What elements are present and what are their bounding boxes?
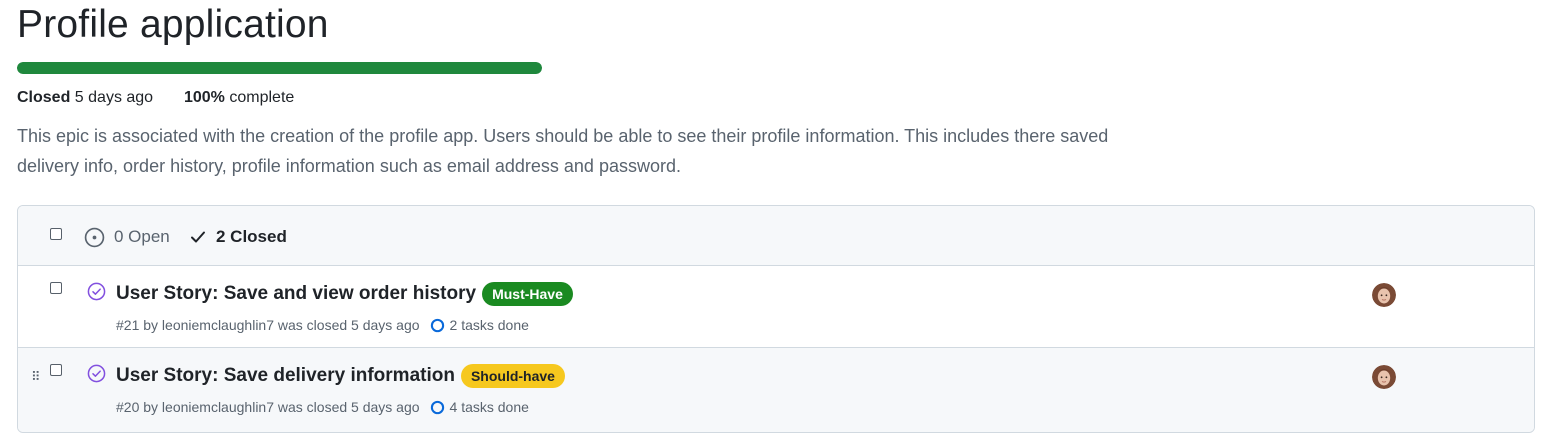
- issue-meta-text: #20 by leoniemclaughlin7 was closed 5 da…: [116, 399, 420, 415]
- issue-title-link[interactable]: User Story: Save and view order history: [116, 281, 476, 307]
- issue-checkbox[interactable]: [50, 364, 62, 376]
- closed-status-label: Closed: [17, 89, 71, 106]
- open-issues-count: 0 Open: [114, 227, 170, 246]
- closed-issue-icon: [87, 364, 106, 383]
- closed-issue-icon: [87, 282, 106, 301]
- issue-meta-text: #21 by leoniemclaughlin7 was closed 5 da…: [116, 317, 420, 333]
- task-progress-icon: [430, 318, 444, 332]
- issue-row: User Story: Save and view order history …: [18, 266, 1534, 348]
- assignee-avatar[interactable]: [1372, 365, 1396, 389]
- page-title: Profile application: [17, 3, 329, 46]
- milestone-meta: Closed 5 days ago 100% complete: [17, 87, 294, 109]
- assignee-avatar[interactable]: [1372, 283, 1396, 307]
- progress-bar: [17, 62, 542, 74]
- drag-handle-icon[interactable]: ⠿: [31, 370, 40, 384]
- avatar-image: [1372, 283, 1396, 307]
- check-icon: [191, 231, 205, 243]
- tasks-done-text: 4 tasks done: [449, 399, 529, 415]
- open-issue-icon: [84, 227, 105, 247]
- task-progress: 2 tasks done: [430, 316, 529, 334]
- closed-issues-count: 2 Closed: [216, 227, 287, 246]
- complete-percent: 100%: [183, 89, 225, 106]
- task-progress: 4 tasks done: [430, 398, 529, 416]
- issue-row: ⠿ User Story: Save delivery information …: [18, 348, 1534, 432]
- issues-list: 0 Open 2 Closed User Story: Save and vie…: [17, 205, 1535, 433]
- avatar-image: [1372, 365, 1396, 389]
- progress-bar-fill: [17, 62, 542, 74]
- label-badge[interactable]: Must-Have: [482, 282, 573, 306]
- closed-issues-tab[interactable]: 2 Closed: [189, 226, 287, 248]
- issues-list-header: 0 Open 2 Closed: [18, 206, 1534, 266]
- issue-title-link[interactable]: User Story: Save delivery information: [116, 363, 455, 389]
- issue-checkbox[interactable]: [50, 282, 62, 294]
- tasks-done-text: 2 tasks done: [449, 317, 529, 333]
- milestone-description: This epic is associated with the creatio…: [17, 126, 1109, 176]
- task-progress-icon: [430, 400, 444, 414]
- closed-time: 5 days ago: [74, 89, 154, 106]
- complete-label: complete: [229, 89, 295, 106]
- select-all-checkbox[interactable]: [50, 228, 62, 240]
- label-badge[interactable]: Should-have: [460, 364, 565, 388]
- open-issues-tab[interactable]: 0 Open: [84, 226, 170, 248]
